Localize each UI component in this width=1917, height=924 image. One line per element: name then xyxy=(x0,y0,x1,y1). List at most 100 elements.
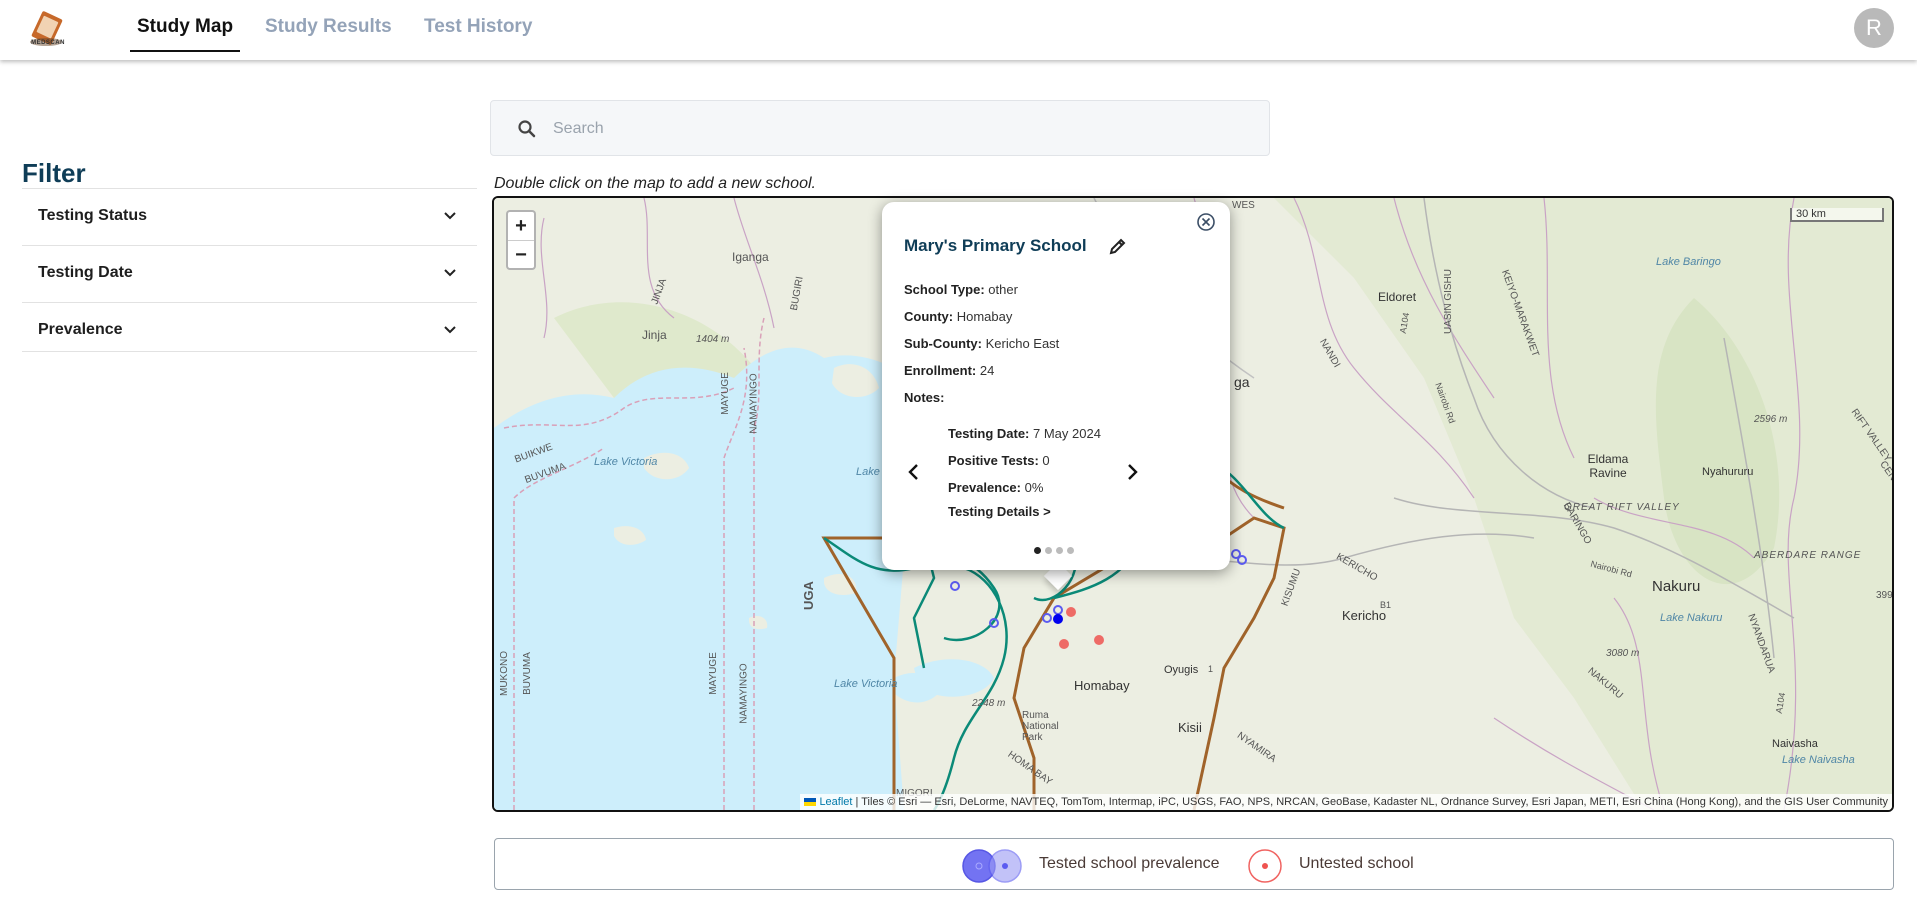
tab-study-results[interactable]: Study Results xyxy=(265,16,392,38)
map-label-namayingo: NAMAYINGO xyxy=(748,373,760,434)
filter-testing-status-label: Testing Status xyxy=(38,207,148,224)
testing-date-row: Testing Date: 7 May 2024 xyxy=(948,426,1101,441)
testing-details-link[interactable]: Testing Details > xyxy=(948,504,1051,519)
carousel-dot[interactable] xyxy=(1045,547,1052,554)
map-label-aberdare: ABERDARE RANGE xyxy=(1754,550,1862,561)
map-label-lake-naivasha: Lake Naivasha xyxy=(1782,754,1855,766)
untested-school-swatch-icon xyxy=(1248,849,1282,883)
filter-prevalence[interactable]: Prevalence xyxy=(22,302,477,358)
map-scale: 30 km xyxy=(1790,208,1884,222)
map-label-eldama-ravine: Eldama Ravine xyxy=(1587,452,1629,480)
map-label-lake-victoria: Lake Victoria xyxy=(594,456,658,468)
chevron-left-icon[interactable] xyxy=(904,462,924,482)
map-label-elev-2248: 2248 m xyxy=(972,698,1006,709)
tested-school-swatch-icon xyxy=(962,849,1022,883)
map-label-lake-nakuru: Lake Nakuru xyxy=(1660,612,1723,624)
enrollment-value: 24 xyxy=(976,363,995,378)
carousel-dot[interactable] xyxy=(1067,547,1074,554)
map-label-kericho: Kericho xyxy=(1342,608,1387,623)
filter-divider xyxy=(22,351,477,352)
map-label-one: 1 xyxy=(1208,664,1214,674)
untested-school-label: Untested school xyxy=(1299,855,1414,872)
zoom-in-button[interactable]: + xyxy=(508,212,534,241)
map-label-lake-victoria-3: Lake Victoria xyxy=(834,678,898,690)
map-label-buvuma-2: BUVUMA xyxy=(521,652,533,695)
active-tab-indicator xyxy=(130,50,240,52)
school-type-row: School Type: other xyxy=(904,282,1018,297)
notes-row: Notes: xyxy=(904,390,944,405)
filter-testing-status[interactable]: Testing Status xyxy=(22,188,477,244)
map-label-mayuge: MAYUGE xyxy=(719,372,731,415)
map-label-elev-2596: 2596 m xyxy=(1754,414,1788,425)
tab-test-history[interactable]: Test History xyxy=(424,16,532,38)
chevron-down-icon xyxy=(444,269,456,277)
map-label-eldoret: Eldoret xyxy=(1378,290,1417,304)
filter-title: Filter xyxy=(22,158,86,188)
prevalence-label: Prevalence: xyxy=(948,480,1021,495)
filter-testing-date[interactable]: Testing Date xyxy=(22,245,477,301)
map-label-mayuge-2: MAYUGE xyxy=(707,652,719,695)
search-icon xyxy=(518,120,536,138)
map-label-nyahururu: Nyahururu xyxy=(1702,466,1754,478)
map-label-lake-baringo: Lake Baringo xyxy=(1656,256,1721,268)
search-input[interactable] xyxy=(551,111,1245,147)
school-type-value: other xyxy=(984,282,1018,297)
chevron-right-icon[interactable] xyxy=(1122,462,1142,482)
filter-testing-date-label: Testing Date xyxy=(38,264,133,281)
map-label-uganda: UGA xyxy=(800,581,816,610)
filter-prevalence-label: Prevalence xyxy=(38,321,123,338)
enrollment-label: Enrollment: xyxy=(904,363,977,378)
map-hint: Double click on the map to add a new sch… xyxy=(494,175,816,192)
top-navbar: MEDSCAN Study Map Study Results Test His… xyxy=(0,0,1917,60)
map-label-nakuru: Nakuru xyxy=(1652,578,1701,595)
school-type-label: School Type: xyxy=(904,282,985,297)
search-box[interactable] xyxy=(490,100,1270,156)
carousel-dots xyxy=(1034,541,1078,559)
user-avatar[interactable]: R xyxy=(1854,8,1894,48)
map-label-399: 399 xyxy=(1876,590,1893,601)
sub-county-value: Kericho East xyxy=(981,336,1060,351)
carousel-dot[interactable] xyxy=(1034,547,1041,554)
enrollment-row: Enrollment: 24 xyxy=(904,363,994,378)
map-label-b1: B1 xyxy=(1380,600,1392,610)
close-icon[interactable] xyxy=(1196,212,1216,232)
edit-pencil-icon[interactable] xyxy=(1108,236,1128,256)
map-label-elev-1404: 1404 m xyxy=(696,334,730,345)
zoom-out-button[interactable]: − xyxy=(508,241,534,269)
map-label-jinja: Jinja xyxy=(642,328,667,342)
sub-county-row: Sub-County: Kericho East xyxy=(904,336,1059,351)
school-popup: Mary's Primary School School Type: other… xyxy=(882,202,1230,570)
map-label-mukono: MUKONO xyxy=(499,651,510,696)
map-label-uasin-gishu: UASIN GISHU xyxy=(1443,268,1455,335)
zoom-control: + − xyxy=(506,210,536,270)
map-attribution: Leaflet | Tiles © Esri — Esri, DeLorme, … xyxy=(800,794,1892,810)
map-label-oyugis: Oyugis xyxy=(1164,664,1199,676)
positive-tests-label: Positive Tests: xyxy=(948,453,1039,468)
map-legend: Tested school prevalence Untested school xyxy=(494,838,1894,890)
county-value: Homabay xyxy=(953,309,1013,324)
map-label-elev-3080: 3080 m xyxy=(1606,648,1640,659)
positive-tests-value: 0 xyxy=(1038,453,1050,468)
notes-label: Notes: xyxy=(904,390,945,405)
map-label-wes: WES xyxy=(1232,200,1255,211)
carousel-dot[interactable] xyxy=(1056,547,1063,554)
logo-text: MEDSCAN xyxy=(31,40,65,46)
prevalence-value: 0% xyxy=(1021,480,1044,495)
prevalence-row: Prevalence: 0% xyxy=(948,480,1043,495)
leaflet-link[interactable]: Leaflet xyxy=(819,796,852,808)
map-label-ruma: Ruma National Park xyxy=(1022,710,1059,743)
testing-date-label: Testing Date: xyxy=(948,426,1030,441)
testing-date-value: 7 May 2024 xyxy=(1029,426,1101,441)
county-label: County: xyxy=(904,309,954,324)
ukraine-flag-icon xyxy=(804,798,817,807)
tab-study-map[interactable]: Study Map xyxy=(137,16,233,38)
school-name: Mary's Primary School xyxy=(904,236,1087,255)
map-label-great-rift: GREAT RIFT VALLEY xyxy=(1564,502,1680,513)
tested-school-label: Tested school prevalence xyxy=(1039,855,1220,872)
map-label-kisii: Kisii xyxy=(1178,720,1202,735)
attribution-text: | Tiles © Esri — Esri, DeLorme, NAVTEQ, … xyxy=(852,796,1888,808)
map-label-homabay: Homabay xyxy=(1074,678,1130,693)
map-label-namayingo-2: NAMAYINGO xyxy=(738,663,750,724)
sub-county-label: Sub-County: xyxy=(904,336,982,351)
map-label-iganga: Iganga xyxy=(732,250,769,264)
